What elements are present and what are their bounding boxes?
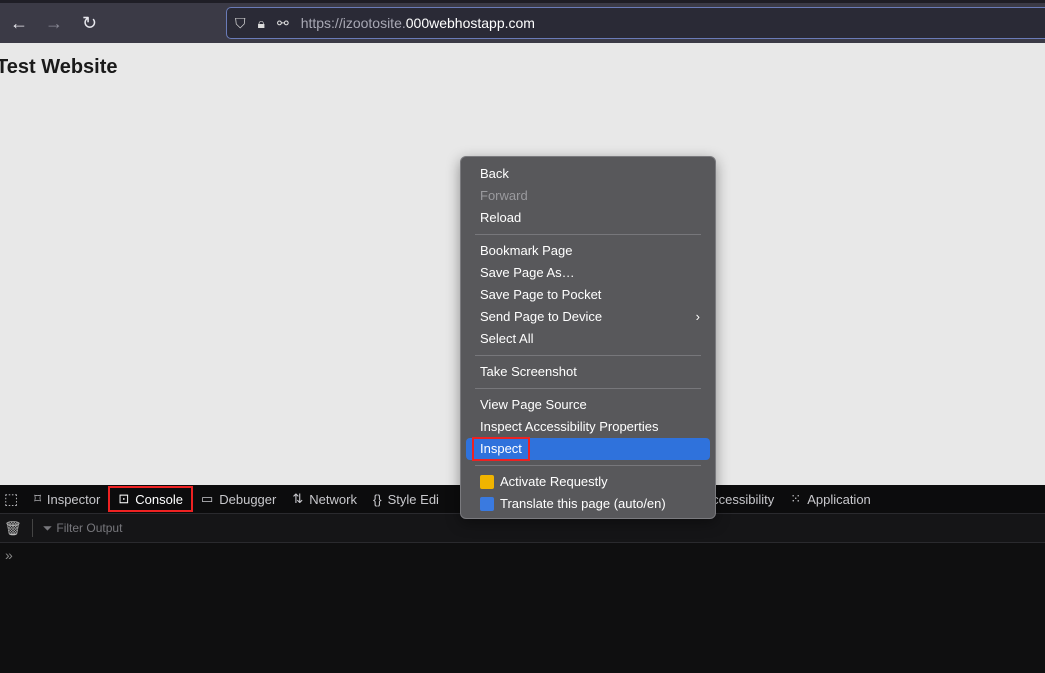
requestly-icon — [480, 475, 494, 489]
console-icon: ⊡ — [118, 491, 130, 506]
menu-separator — [475, 388, 701, 389]
menu-separator — [475, 465, 701, 466]
filter-icon: ⏷ — [42, 520, 53, 535]
inspector-icon: ⌑ — [34, 491, 41, 506]
back-icon[interactable]: ← — [10, 13, 28, 34]
tab-console[interactable]: ⊡ Console — [108, 486, 193, 512]
context-menu: Back Forward Reload Bookmark Page Save Page … — [460, 156, 716, 519]
lock-icon[interactable]: 🔒︎ — [258, 15, 265, 32]
menu-item-reload[interactable]: Reload — [466, 207, 710, 229]
menu-item-view-page-source[interactable]: View Page Source — [466, 394, 710, 416]
menu-item-select-all[interactable]: Select All — [466, 328, 710, 350]
shield-icon[interactable]: ⛉ — [235, 15, 246, 32]
url-bar[interactable]: ⛉ 🔒︎ ⚯ https://izootosite.000webhostapp.… — [226, 7, 1045, 39]
menu-item-translate-this-page-auto-en[interactable]: Translate this page (auto/en) — [466, 493, 710, 515]
menu-item-back[interactable]: Back — [466, 163, 710, 185]
style-editor-icon: {} — [372, 491, 382, 507]
menu-item-send-page-to-device[interactable]: Send Page to Device › — [466, 306, 710, 328]
permissions-icon[interactable]: ⚯ — [277, 15, 289, 32]
menu-item-save-page-to-pocket[interactable]: Save Page to Pocket — [466, 284, 710, 306]
translate-icon — [480, 497, 494, 511]
network-icon: ⇅ — [292, 491, 304, 506]
tab-style-editor[interactable]: {} Style Edi — [365, 486, 447, 512]
url-text[interactable]: https://izootosite.000webhostapp.com — [301, 15, 535, 31]
tab-network[interactable]: ⇅ Network — [284, 486, 365, 512]
console-prompt[interactable]: » — [5, 547, 13, 563]
tab-application[interactable]: ⁙ Application — [782, 486, 879, 512]
debugger-icon: ▭ — [200, 491, 214, 506]
menu-separator — [475, 234, 701, 235]
application-icon: ⁙ — [790, 491, 802, 506]
menu-item-bookmark-page[interactable]: Bookmark Page — [466, 240, 710, 262]
element-picker-icon[interactable]: ⬚ — [0, 490, 26, 508]
menu-item-inspect-accessibility-properties[interactable]: Inspect Accessibility Properties — [466, 416, 710, 438]
menu-item-inspect[interactable]: Inspect — [466, 437, 710, 461]
tab-debugger[interactable]: ▭ Debugger — [193, 486, 284, 512]
forward-icon[interactable]: → — [45, 13, 63, 34]
tab-inspector[interactable]: ⌑ Inspector — [26, 486, 108, 512]
browser-toolbar: ← → ↻ ⛉ 🔒︎ ⚯ https://izootosite.000webho… — [0, 0, 1045, 43]
menu-separator — [475, 355, 701, 356]
page-title: Test Website — [0, 56, 118, 78]
menu-item-activate-requestly[interactable]: Activate Requestly — [466, 471, 710, 493]
chevron-right-icon: › — [695, 309, 700, 324]
menu-item-save-page-as[interactable]: Save Page As… — [466, 262, 710, 284]
menu-item-take-screenshot[interactable]: Take Screenshot — [466, 361, 710, 383]
trash-icon[interactable]: 🗑︎ — [0, 520, 32, 537]
reload-icon[interactable]: ↻ — [82, 13, 97, 34]
menu-item-forward[interactable]: Forward — [466, 185, 710, 207]
filter-input[interactable]: Filter Output — [56, 521, 122, 535]
